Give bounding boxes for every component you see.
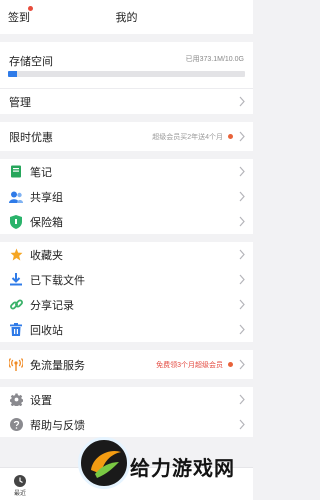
data-service-note: 免费领3个月超级会员 (156, 350, 233, 379)
link-icon (9, 298, 23, 312)
downloaded-row[interactable]: 已下载文件 (0, 267, 253, 292)
chevron-right-icon (239, 274, 245, 285)
downloaded-label: 已下载文件 (30, 274, 85, 287)
chevron-right-icon (239, 324, 245, 335)
promo-note: 超级会员买2年送4个月 (152, 122, 233, 151)
share-group-label: 共享组 (30, 191, 63, 204)
page-title: 我的 (115, 12, 138, 24)
recycle-bin-label: 回收站 (30, 324, 63, 337)
section-gap (0, 379, 253, 387)
trash-icon (9, 323, 23, 337)
promo-row[interactable]: 限时优惠 超级会员买2年送4个月 (0, 122, 253, 151)
settings-row[interactable]: 设置 (0, 387, 253, 412)
chevron-right-icon (239, 96, 245, 107)
promo-dot (228, 134, 233, 139)
manage-row[interactable]: 管理 (0, 89, 253, 114)
settings-label: 设置 (30, 394, 52, 407)
share-record-row[interactable]: 分享记录 (0, 292, 253, 317)
storage-progress-fill (8, 71, 17, 77)
storage-used-text: 已用373.1M/10.0G (185, 56, 244, 63)
notebook-icon (9, 165, 23, 179)
notes-row[interactable]: 笔记 (0, 159, 253, 184)
share-group-row[interactable]: 共享组 (0, 184, 253, 209)
safe-box-label: 保险箱 (30, 216, 63, 229)
favorites-label: 收藏夹 (30, 249, 63, 262)
watermark-logo-mark (91, 450, 121, 478)
chevron-right-icon (239, 166, 245, 177)
recycle-bin-row[interactable]: 回收站 (0, 317, 253, 342)
chevron-right-icon (239, 359, 245, 370)
favorites-row[interactable]: 收藏夹 (0, 242, 253, 267)
chevron-right-icon (239, 249, 245, 260)
safe-box-row[interactable]: 保险箱 (0, 209, 253, 234)
share-record-label: 分享记录 (30, 299, 74, 312)
storage-card[interactable]: 存储空间 已用373.1M/10.0G (0, 42, 253, 88)
gear-icon (9, 393, 23, 407)
signal-icon (9, 358, 23, 372)
section-gap (0, 151, 253, 159)
help-icon (9, 418, 23, 432)
data-service-dot (228, 362, 233, 367)
watermark-text: 给力游戏网 (130, 458, 235, 480)
section-gap (0, 342, 253, 350)
section-gap (0, 114, 253, 122)
promo-label: 限时优惠 (9, 131, 53, 144)
chevron-right-icon (239, 299, 245, 310)
watermark: 给力游戏网 (78, 430, 253, 500)
shield-icon (9, 214, 23, 229)
star-icon (9, 248, 23, 262)
section-gap (0, 34, 253, 42)
manage-label: 管理 (9, 96, 31, 109)
help-feedback-label: 帮助与反馈 (30, 419, 85, 432)
chevron-right-icon (239, 191, 245, 202)
chevron-right-icon (239, 419, 245, 430)
storage-label: 存储空间 (9, 56, 53, 68)
watermark-logo (78, 437, 130, 489)
data-service-label: 免流量服务 (30, 359, 85, 372)
clock-icon (14, 474, 26, 487)
data-service-row[interactable]: 免流量服务 免费领3个月超级会员 (0, 350, 253, 379)
tab-recent[interactable]: 最近 (5, 474, 35, 497)
top-bar: 签到 我的 (0, 0, 253, 34)
download-icon (9, 273, 23, 287)
tab-recent-label: 最近 (13, 491, 26, 497)
chevron-right-icon (239, 394, 245, 405)
chevron-right-icon (239, 216, 245, 227)
storage-progress-bar (8, 71, 245, 77)
people-icon (9, 190, 23, 204)
chevron-right-icon (239, 131, 245, 142)
section-gap (0, 234, 253, 242)
notes-label: 笔记 (30, 166, 52, 179)
